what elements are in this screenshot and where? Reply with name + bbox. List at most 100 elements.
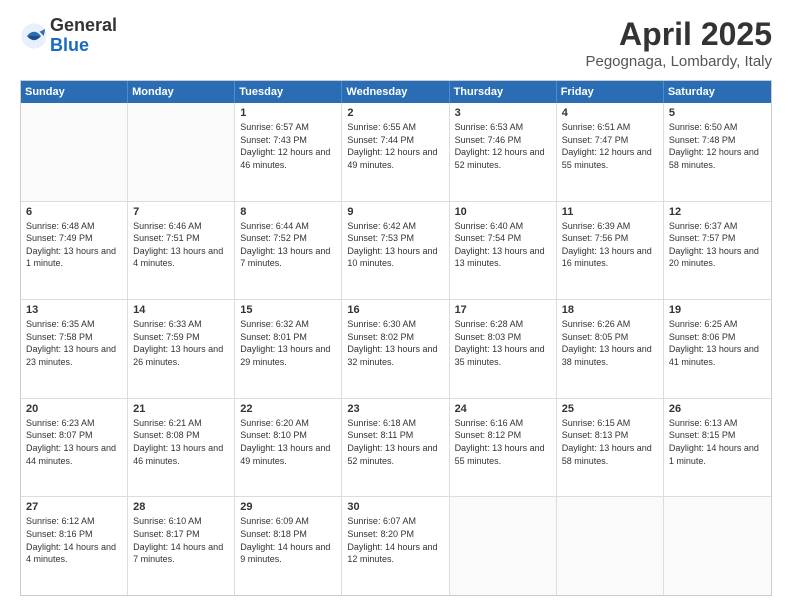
day-number: 6 (26, 206, 122, 218)
day-detail: Sunrise: 6:21 AM Sunset: 8:08 PM Dayligh… (133, 417, 229, 467)
cal-cell-r3-c3: 15 Sunrise: 6:32 AM Sunset: 8:01 PM Dayli… (235, 300, 342, 398)
cal-cell-r2-c6: 11 Sunrise: 6:39 AM Sunset: 7:56 PM Dayli… (557, 202, 664, 300)
cal-cell-r4-c5: 24 Sunrise: 6:16 AM Sunset: 8:12 PM Dayli… (450, 399, 557, 497)
header-sunday: Sunday (21, 81, 128, 103)
day-detail: Sunrise: 6:26 AM Sunset: 8:05 PM Dayligh… (562, 318, 658, 368)
day-detail: Sunrise: 6:42 AM Sunset: 7:53 PM Dayligh… (347, 220, 443, 270)
header-saturday: Saturday (664, 81, 771, 103)
day-number: 14 (133, 304, 229, 316)
header-friday: Friday (557, 81, 664, 103)
cal-cell-r3-c4: 16Sunrise: 6:30 AM Sunset: 8:02 PM Dayli… (342, 300, 449, 398)
cal-cell-r3-c7: 19 Sunrise: 6:25 AM Sunset: 8:06 PM Dayli… (664, 300, 771, 398)
cal-cell-r5-c1: 27 Sunrise: 6:12 AM Sunset: 8:16 PM Dayli… (21, 497, 128, 595)
cal-cell-r5-c7 (664, 497, 771, 595)
day-number: 10 (455, 206, 551, 218)
day-detail: Sunrise: 6:16 AM Sunset: 8:12 PM Dayligh… (455, 417, 551, 467)
day-number: 18 (562, 304, 658, 316)
calendar-header: Sunday Monday Tuesday Wednesday Thursday… (21, 81, 771, 103)
header-wednesday: Wednesday (342, 81, 449, 103)
day-number: 30 (347, 501, 443, 513)
day-number: 15 (240, 304, 336, 316)
cal-cell-r3-c6: 18 Sunrise: 6:26 AM Sunset: 8:05 PM Dayli… (557, 300, 664, 398)
day-detail: Sunrise: 6:25 AM Sunset: 8:06 PM Dayligh… (669, 318, 766, 368)
cal-cell-r5-c3: 29 Sunrise: 6:09 AM Sunset: 8:18 PM Dayli… (235, 497, 342, 595)
day-detail: Sunrise: 6:39 AM Sunset: 7:56 PM Dayligh… (562, 220, 658, 270)
cal-cell-r4-c3: 22Sunrise: 6:20 AM Sunset: 8:10 PM Dayli… (235, 399, 342, 497)
day-number: 7 (133, 206, 229, 218)
day-number: 8 (240, 206, 336, 218)
day-detail: Sunrise: 6:37 AM Sunset: 7:57 PM Dayligh… (669, 220, 766, 270)
cal-cell-r4-c2: 21 Sunrise: 6:21 AM Sunset: 8:08 PM Dayli… (128, 399, 235, 497)
day-detail: Sunrise: 6:53 AM Sunset: 7:46 PM Dayligh… (455, 121, 551, 171)
day-detail: Sunrise: 6:46 AM Sunset: 7:51 PM Dayligh… (133, 220, 229, 270)
day-number: 20 (26, 403, 122, 415)
day-number: 26 (669, 403, 766, 415)
cal-cell-r3-c1: 13Sunrise: 6:35 AM Sunset: 7:58 PM Dayli… (21, 300, 128, 398)
day-detail: Sunrise: 6:12 AM Sunset: 8:16 PM Dayligh… (26, 515, 122, 565)
day-detail: Sunrise: 6:40 AM Sunset: 7:54 PM Dayligh… (455, 220, 551, 270)
page: General Blue April 2025 Pegognaga, Lomba… (0, 0, 792, 612)
day-number: 29 (240, 501, 336, 513)
day-number: 25 (562, 403, 658, 415)
logo: General Blue (20, 16, 117, 56)
day-detail: Sunrise: 6:51 AM Sunset: 7:47 PM Dayligh… (562, 121, 658, 171)
cal-cell-r2-c7: 12 Sunrise: 6:37 AM Sunset: 7:57 PM Dayli… (664, 202, 771, 300)
cal-cell-r1-c5: 3 Sunrise: 6:53 AM Sunset: 7:46 PM Daylig… (450, 103, 557, 201)
cal-cell-r2-c2: 7 Sunrise: 6:46 AM Sunset: 7:51 PM Daylig… (128, 202, 235, 300)
day-detail: Sunrise: 6:15 AM Sunset: 8:13 PM Dayligh… (562, 417, 658, 467)
cal-cell-r2-c4: 9 Sunrise: 6:42 AM Sunset: 7:53 PM Daylig… (342, 202, 449, 300)
cal-row-2: 6 Sunrise: 6:48 AM Sunset: 7:49 PM Daylig… (21, 201, 771, 300)
day-number: 4 (562, 107, 658, 119)
cal-cell-r1-c1 (21, 103, 128, 201)
cal-cell-r1-c2 (128, 103, 235, 201)
day-detail: Sunrise: 6:35 AM Sunset: 7:58 PM Dayligh… (26, 318, 122, 368)
title-block: April 2025 Pegognaga, Lombardy, Italy (585, 16, 772, 70)
day-number: 9 (347, 206, 443, 218)
day-number: 3 (455, 107, 551, 119)
day-number: 12 (669, 206, 766, 218)
header-monday: Monday (128, 81, 235, 103)
day-detail: Sunrise: 6:33 AM Sunset: 7:59 PM Dayligh… (133, 318, 229, 368)
cal-cell-r4-c7: 26Sunrise: 6:13 AM Sunset: 8:15 PM Dayli… (664, 399, 771, 497)
logo-icon (20, 22, 48, 50)
cal-cell-r1-c6: 4 Sunrise: 6:51 AM Sunset: 7:47 PM Daylig… (557, 103, 664, 201)
cal-row-4: 20Sunrise: 6:23 AM Sunset: 8:07 PM Dayli… (21, 398, 771, 497)
cal-cell-r4-c4: 23 Sunrise: 6:18 AM Sunset: 8:11 PM Dayli… (342, 399, 449, 497)
day-number: 2 (347, 107, 443, 119)
day-number: 24 (455, 403, 551, 415)
cal-cell-r1-c4: 2Sunrise: 6:55 AM Sunset: 7:44 PM Daylig… (342, 103, 449, 201)
day-detail: Sunrise: 6:32 AM Sunset: 8:01 PM Dayligh… (240, 318, 336, 368)
day-detail: Sunrise: 6:10 AM Sunset: 8:17 PM Dayligh… (133, 515, 229, 565)
day-detail: Sunrise: 6:18 AM Sunset: 8:11 PM Dayligh… (347, 417, 443, 467)
cal-cell-r3-c2: 14 Sunrise: 6:33 AM Sunset: 7:59 PM Dayli… (128, 300, 235, 398)
cal-row-5: 27 Sunrise: 6:12 AM Sunset: 8:16 PM Dayli… (21, 496, 771, 595)
day-number: 23 (347, 403, 443, 415)
cal-cell-r5-c6 (557, 497, 664, 595)
day-detail: Sunrise: 6:20 AM Sunset: 8:10 PM Dayligh… (240, 417, 336, 467)
day-number: 16 (347, 304, 443, 316)
calendar-body: 1 Sunrise: 6:57 AM Sunset: 7:43 PM Daylig… (21, 103, 771, 595)
cal-row-3: 13Sunrise: 6:35 AM Sunset: 7:58 PM Dayli… (21, 299, 771, 398)
day-detail: Sunrise: 6:09 AM Sunset: 8:18 PM Dayligh… (240, 515, 336, 565)
day-detail: Sunrise: 6:48 AM Sunset: 7:49 PM Dayligh… (26, 220, 122, 270)
cal-cell-r1-c3: 1 Sunrise: 6:57 AM Sunset: 7:43 PM Daylig… (235, 103, 342, 201)
day-detail: Sunrise: 6:07 AM Sunset: 8:20 PM Dayligh… (347, 515, 443, 565)
cal-cell-r4-c1: 20Sunrise: 6:23 AM Sunset: 8:07 PM Dayli… (21, 399, 128, 497)
day-number: 27 (26, 501, 122, 513)
cal-cell-r2-c3: 8Sunrise: 6:44 AM Sunset: 7:52 PM Daylig… (235, 202, 342, 300)
day-number: 5 (669, 107, 766, 119)
cal-cell-r4-c6: 25 Sunrise: 6:15 AM Sunset: 8:13 PM Dayli… (557, 399, 664, 497)
day-number: 1 (240, 107, 336, 119)
day-number: 11 (562, 206, 658, 218)
day-detail: Sunrise: 6:57 AM Sunset: 7:43 PM Dayligh… (240, 121, 336, 171)
calendar: Sunday Monday Tuesday Wednesday Thursday… (20, 80, 772, 596)
day-detail: Sunrise: 6:50 AM Sunset: 7:48 PM Dayligh… (669, 121, 766, 171)
day-number: 19 (669, 304, 766, 316)
logo-general: General (50, 15, 117, 35)
logo-blue: Blue (50, 35, 89, 55)
cal-cell-r5-c4: 30 Sunrise: 6:07 AM Sunset: 8:20 PM Dayli… (342, 497, 449, 595)
cal-cell-r3-c5: 17Sunrise: 6:28 AM Sunset: 8:03 PM Dayli… (450, 300, 557, 398)
day-number: 17 (455, 304, 551, 316)
day-number: 21 (133, 403, 229, 415)
header-tuesday: Tuesday (235, 81, 342, 103)
